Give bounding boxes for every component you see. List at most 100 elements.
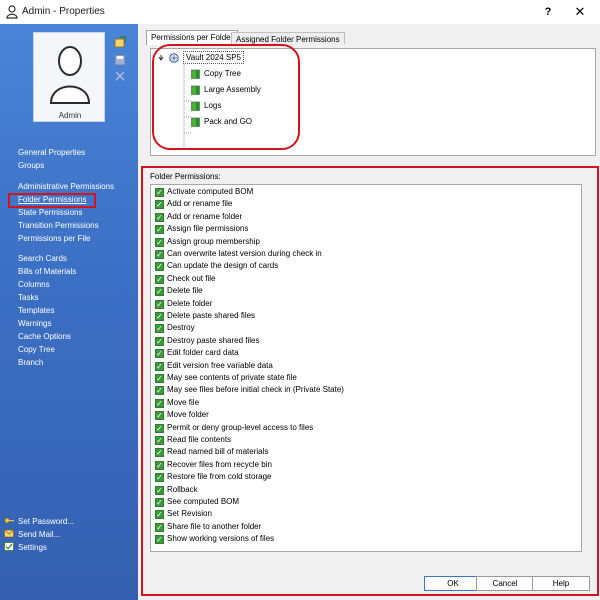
permission-row[interactable]: ✓ Delete file <box>155 286 203 298</box>
cancel-button[interactable]: Cancel <box>476 576 534 591</box>
help-icon-button[interactable]: ? <box>540 4 556 20</box>
permission-row[interactable]: ✓ Can update the design of cards <box>155 261 278 273</box>
permission-checkbox[interactable]: ✓ <box>155 188 164 197</box>
settings-link[interactable]: Settings <box>4 542 47 552</box>
permission-row[interactable]: ✓ Check out file <box>155 274 215 286</box>
mail-icon <box>4 529 14 538</box>
permission-checkbox[interactable]: ✓ <box>155 535 164 545</box>
permission-label: Permit or deny group-level access to fil… <box>167 422 314 432</box>
permission-row[interactable]: ✓ Edit folder card data <box>155 348 239 360</box>
nav-bills-of-materials[interactable]: Bills of Materials <box>18 267 76 276</box>
permission-label: Move file <box>167 397 200 407</box>
permission-checkbox[interactable]: ✓ <box>155 460 164 470</box>
permission-row[interactable]: ✓ May see files before initial check in (… <box>155 385 344 397</box>
save-icon[interactable] <box>114 54 126 66</box>
permission-row[interactable]: ✓ Delete paste shared files <box>155 311 255 323</box>
permission-row[interactable]: ✓ Permit or deny group-level access to fi… <box>155 423 313 435</box>
permission-row[interactable]: ✓ Add or rename file <box>155 199 232 211</box>
permission-row[interactable]: ✓ Read file contents <box>155 435 231 447</box>
ok-button[interactable]: OK <box>424 576 482 591</box>
set-password-link[interactable]: Set Password... <box>4 516 74 526</box>
permission-label: Delete file <box>167 286 203 296</box>
permission-checkbox[interactable]: ✓ <box>155 212 164 222</box>
nav-administrative-permissions[interactable]: Administrative Permissions <box>18 182 114 191</box>
help-button[interactable]: Help <box>532 576 590 591</box>
permission-label: Destroy <box>167 323 195 333</box>
permission-row[interactable]: ✓ Move folder <box>155 410 209 422</box>
nav-permissions-per-file[interactable]: Permissions per File <box>18 234 90 243</box>
remove-photo-icon[interactable] <box>114 70 126 82</box>
permission-row[interactable]: ✓ Show working versions of files <box>155 534 274 546</box>
permission-checkbox[interactable]: ✓ <box>155 361 164 371</box>
tab-permissions-per-folder[interactable]: Permissions per Folder <box>146 30 239 45</box>
permission-checkbox[interactable]: ✓ <box>155 386 164 396</box>
permission-checkbox[interactable]: ✓ <box>155 522 164 532</box>
permission-row[interactable]: ✓ Recover files from recycle bin <box>155 460 272 472</box>
permission-checkbox[interactable]: ✓ <box>155 398 164 408</box>
permission-row[interactable]: ✓ Can overwrite latest version during che… <box>155 249 322 261</box>
permission-row[interactable]: ✓ Assign file permissions <box>155 224 248 236</box>
permission-checkbox[interactable]: ✓ <box>155 423 164 433</box>
permission-row[interactable]: ✓ Delete folder <box>155 299 212 311</box>
permission-row[interactable]: ✓ Assign group membership <box>155 237 260 249</box>
permission-row[interactable]: ✓ See computed BOM <box>155 497 239 509</box>
permission-row[interactable]: ✓ Read named bill of materials <box>155 447 268 459</box>
permission-checkbox[interactable]: ✓ <box>155 349 164 359</box>
nav-columns[interactable]: Columns <box>18 280 50 289</box>
permission-checkbox[interactable]: ✓ <box>155 237 164 247</box>
permission-label: Rollback <box>167 484 198 494</box>
send-mail-link[interactable]: Send Mail... <box>4 529 60 539</box>
permission-checkbox[interactable]: ✓ <box>155 312 164 321</box>
nav-state-permissions[interactable]: State Permissions <box>18 208 82 217</box>
permission-checkbox[interactable]: ✓ <box>155 262 164 272</box>
nav-search-cards[interactable]: Search Cards <box>18 254 67 263</box>
permission-row[interactable]: ✓ Destroy <box>155 323 195 335</box>
nav-groups[interactable]: Groups <box>18 161 44 170</box>
permission-checkbox[interactable]: ✓ <box>155 324 164 334</box>
permission-checkbox[interactable]: ✓ <box>155 274 164 284</box>
permission-row[interactable]: ✓ Move file <box>155 398 199 410</box>
permission-label: Read named bill of materials <box>167 447 269 457</box>
permission-checkbox[interactable]: ✓ <box>155 436 164 445</box>
permission-row[interactable]: ✓ Add or rename folder <box>155 212 242 224</box>
permission-row[interactable]: ✓ Destroy paste shared files <box>155 336 260 348</box>
permission-checkbox[interactable]: ✓ <box>155 250 164 259</box>
close-button[interactable]: ✕ <box>572 4 588 20</box>
permission-checkbox[interactable]: ✓ <box>155 510 164 520</box>
permissions-list: ✓ Activate computed BOM ✓ Add or rename fil… <box>150 184 582 552</box>
permission-checkbox[interactable]: ✓ <box>155 200 164 210</box>
permission-checkbox[interactable]: ✓ <box>155 473 164 483</box>
nav-branch[interactable]: Branch <box>18 358 43 367</box>
nav-cache-options[interactable]: Cache Options <box>18 332 71 341</box>
permission-checkbox[interactable]: ✓ <box>155 225 164 235</box>
permission-row[interactable]: ✓ Share file to another folder <box>155 522 261 534</box>
permission-label: Edit folder card data <box>167 348 239 358</box>
permission-row[interactable]: ✓ May see contents of private state file <box>155 373 297 385</box>
set-password-label: Set Password... <box>18 517 75 526</box>
permission-row[interactable]: ✓ Activate computed BOM <box>155 187 253 199</box>
tab-assigned-folder-permissions[interactable]: Assigned Folder Permissions <box>231 32 345 44</box>
permission-row[interactable]: ✓ Restore file from cold storage <box>155 472 272 484</box>
permission-checkbox[interactable]: ✓ <box>155 448 164 458</box>
edit-photo-icon[interactable] <box>114 36 126 48</box>
permission-checkbox[interactable]: ✓ <box>155 336 164 346</box>
permission-checkbox[interactable]: ✓ <box>155 498 164 507</box>
permission-label: Assign group membership <box>167 236 260 246</box>
nav-general-properties[interactable]: General Properties <box>18 148 85 157</box>
permission-row[interactable]: ✓ Edit version free variable data <box>155 361 273 373</box>
permission-checkbox[interactable]: ✓ <box>155 287 164 297</box>
permission-checkbox[interactable]: ✓ <box>155 374 164 383</box>
permission-label: Can overwrite latest version during chec… <box>167 249 322 258</box>
nav-copy-tree[interactable]: Copy Tree <box>18 345 55 354</box>
nav-templates[interactable]: Templates <box>18 306 54 315</box>
nav-warnings[interactable]: Warnings <box>18 319 52 328</box>
permission-checkbox[interactable]: ✓ <box>155 411 164 421</box>
permission-row[interactable]: ✓ Set Revision <box>155 509 212 521</box>
permission-checkbox[interactable]: ✓ <box>155 485 164 495</box>
permission-label: Add or rename folder <box>167 211 243 221</box>
permission-row[interactable]: ✓ Rollback <box>155 485 198 497</box>
key-icon <box>4 517 14 524</box>
permission-checkbox[interactable]: ✓ <box>155 299 164 309</box>
nav-transition-permissions[interactable]: Transition Permissions <box>18 221 99 230</box>
nav-tasks[interactable]: Tasks <box>18 293 38 302</box>
